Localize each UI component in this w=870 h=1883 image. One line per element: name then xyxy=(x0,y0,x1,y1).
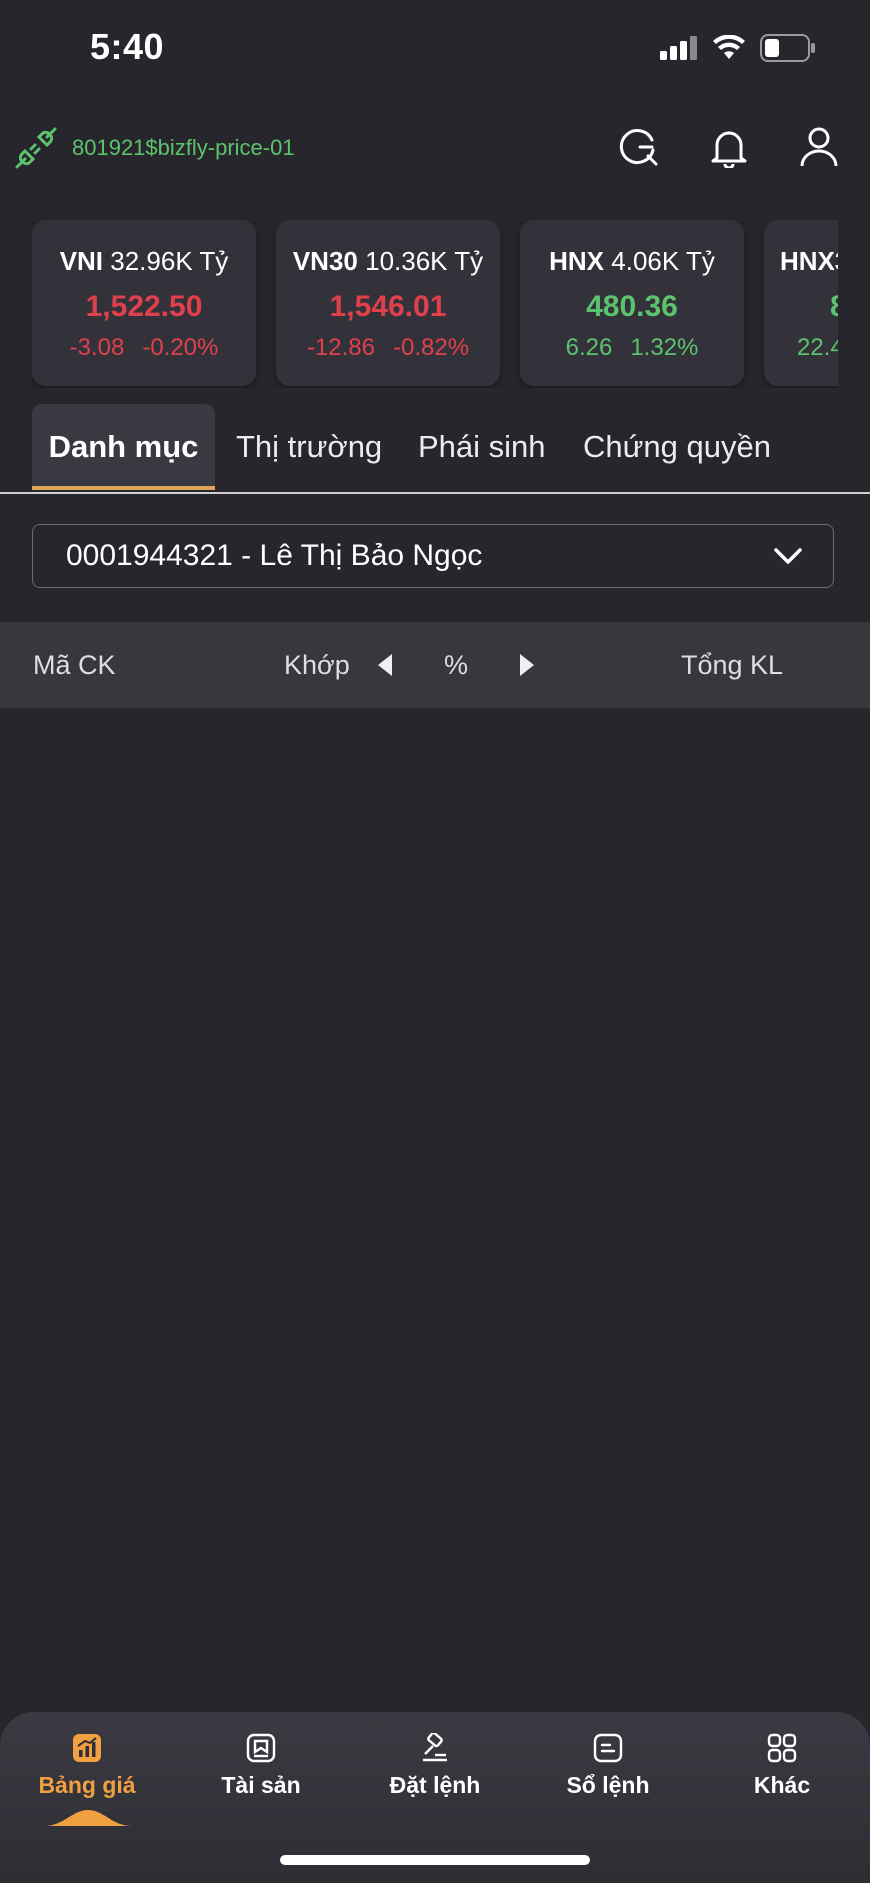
index-name: HNX30 xyxy=(780,246,838,276)
cellular-signal-icon xyxy=(660,36,697,60)
index-name: VNI 32.96K Tỷ xyxy=(59,246,229,276)
index-name: HNX 4.06K Tỷ xyxy=(549,246,715,276)
tab-phai-sinh[interactable]: Phái sinh xyxy=(418,404,546,490)
index-change: -12.86 -0.82% xyxy=(306,334,470,361)
nav-label: Khác xyxy=(753,1772,811,1798)
tab-label: Phái sinh xyxy=(418,429,546,464)
tab-label: Thị trường xyxy=(236,429,383,464)
nav-so-lenh[interactable]: Sổ lệnh xyxy=(538,1730,678,1799)
index-card-hnx30[interactable]: HNX30 8 22.4 xyxy=(764,220,838,386)
tab-thi-truong[interactable]: Thị trường xyxy=(236,404,382,490)
index-card-hnx[interactable]: HNX 4.06K Tỷ 480.36 6.26 1.32% xyxy=(520,220,744,386)
profile-button[interactable] xyxy=(796,124,842,170)
status-time: 5:40 xyxy=(90,26,165,67)
chevron-down-icon xyxy=(774,548,802,564)
tab-label: Danh mục xyxy=(48,429,199,464)
wifi-icon xyxy=(713,35,745,59)
grid-icon xyxy=(712,1730,852,1766)
gavel-icon xyxy=(365,1730,505,1766)
search-refresh-icon xyxy=(619,129,658,166)
index-price: 1,546.01 xyxy=(329,290,447,323)
column-symbol[interactable]: Mã CK xyxy=(33,622,116,708)
nav-khac[interactable]: Khác xyxy=(712,1730,852,1799)
active-nav-indicator xyxy=(44,1810,132,1826)
home-indicator[interactable] xyxy=(280,1855,590,1865)
index-price: 8 xyxy=(764,290,838,324)
index-price: 1,522.50 xyxy=(85,290,203,323)
market-tabs: Danh mục Thị trường Phái sinh Chứng quyề… xyxy=(0,404,870,494)
account-select-value: 0001944321 - Lê Thị Bảo Ngọc xyxy=(66,539,483,572)
index-change: 22.4 xyxy=(797,334,838,361)
column-prev-button[interactable] xyxy=(376,622,394,708)
index-change: -3.08 -0.20% xyxy=(69,334,219,361)
index-name: VN30 10.36K Tỷ xyxy=(292,246,484,276)
battery-icon xyxy=(760,34,815,62)
connection-status[interactable]: 801921$bizfly-price-01 xyxy=(14,126,295,170)
index-cards: VNI 32.96K Tỷ 1,522.50 -3.08 -0.20% VN30 … xyxy=(32,220,838,388)
index-change: 6.26 1.32% xyxy=(565,334,699,361)
index-price: 480.36 xyxy=(586,290,678,323)
index-card-vni[interactable]: VNI 32.96K Tỷ 1,522.50 -3.08 -0.20% xyxy=(32,220,256,386)
caret-left-icon xyxy=(378,654,392,676)
nav-label: Bảng giá xyxy=(38,1772,136,1798)
column-match[interactable]: Khớp xyxy=(284,622,350,708)
watchlist-table-header: Mã CK Khớp % Tổng KL xyxy=(0,622,870,708)
nav-tai-san[interactable]: Tài sản xyxy=(191,1730,331,1799)
wallet-icon xyxy=(191,1730,331,1766)
column-total-volume[interactable]: Tổng KL xyxy=(681,622,783,708)
chart-bar-icon xyxy=(17,1730,157,1766)
plug-connected-icon xyxy=(15,127,57,169)
bell-icon xyxy=(711,131,747,168)
active-tab-indicator xyxy=(32,486,215,490)
nav-label: Tài sản xyxy=(221,1772,301,1798)
header-actions xyxy=(616,124,842,170)
nav-label: Sổ lệnh xyxy=(566,1772,650,1798)
tab-danh-muc[interactable]: Danh mục xyxy=(32,404,215,490)
column-percent[interactable]: % xyxy=(444,622,468,708)
order-book-icon xyxy=(538,1730,678,1766)
tab-label: Chứng quyền xyxy=(583,429,771,464)
caret-right-icon xyxy=(520,654,534,676)
nav-dat-lenh[interactable]: Đặt lệnh xyxy=(365,1730,505,1799)
column-next-button[interactable] xyxy=(518,622,536,708)
status-icons xyxy=(660,34,816,62)
search-button[interactable] xyxy=(616,124,662,170)
user-icon xyxy=(800,127,838,167)
index-card-vn30[interactable]: VN30 10.36K Tỷ 1,546.01 -12.86 -0.82% xyxy=(276,220,500,386)
tab-chung-quyen[interactable]: Chứng quyền xyxy=(583,404,771,490)
account-select[interactable]: 0001944321 - Lê Thị Bảo Ngọc xyxy=(32,524,834,588)
nav-label: Đặt lệnh xyxy=(389,1772,481,1798)
nav-bang-gia[interactable]: Bảng giá xyxy=(17,1730,157,1799)
notifications-button[interactable] xyxy=(706,124,752,170)
connection-label: 801921$bizfly-price-01 xyxy=(72,135,295,160)
